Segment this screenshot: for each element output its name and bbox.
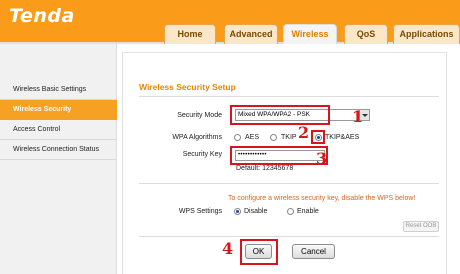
wps-settings-label: WPS Settings [178,208,222,215]
left-nav: Wireless Basic Settings Wireless Securit… [0,44,117,274]
tab-qos[interactable]: QoS [344,24,388,44]
wps-info-text: To configure a wireless security key, di… [228,195,416,202]
cancel-button[interactable]: Cancel [292,244,335,259]
annotation-number-1: 1 [352,107,364,126]
annotation-number-3: 3 [316,149,328,168]
title-divider [139,96,439,97]
tab-applications[interactable]: Applications [393,24,460,44]
wpa-algorithms-label: WPA Algorithms [172,134,222,141]
annotation-number-2: 2 [298,123,310,142]
wps-disable-radio[interactable] [234,208,241,215]
wps-enable-radio[interactable] [287,208,294,215]
footer-divider [139,236,439,237]
page-title: Wireless Security Setup [139,82,236,92]
sidebar-item-wireless-connection-status[interactable]: Wireless Connection Status [0,140,117,160]
annotation-box-1 [230,105,330,125]
wps-enable-label: Enable [297,208,319,215]
security-key-label: Security Key [182,151,222,158]
tkip-label: TKIP [281,134,297,141]
section-divider [139,183,439,184]
annotation-box-4 [240,239,278,265]
annotation-box-3 [230,146,328,165]
annotation-box-2 [311,130,325,144]
security-mode-label: Security Mode [177,112,222,119]
tab-home[interactable]: Home [164,24,216,44]
reset-oob-button[interactable]: Reset OOB [403,221,439,232]
tkip-aes-label: TKIP&AES [325,134,360,141]
tkip-radio[interactable] [270,134,277,141]
sidebar-item-access-control[interactable]: Access Control [0,120,117,140]
tenda-logo: Tenda [9,5,75,27]
aes-radio[interactable] [234,134,241,141]
default-key-text: Default: 12345678 [236,165,294,172]
sidebar-item-wireless-basic-settings[interactable]: Wireless Basic Settings [0,80,117,100]
aes-label: AES [245,134,260,141]
tab-wireless[interactable]: Wireless [283,24,337,44]
wps-disable-label: Disable [244,208,268,215]
tab-advanced[interactable]: Advanced [224,24,278,44]
sidebar-item-wireless-security[interactable]: Wireless Security [0,100,117,120]
annotation-number-4: 4 [222,239,234,258]
